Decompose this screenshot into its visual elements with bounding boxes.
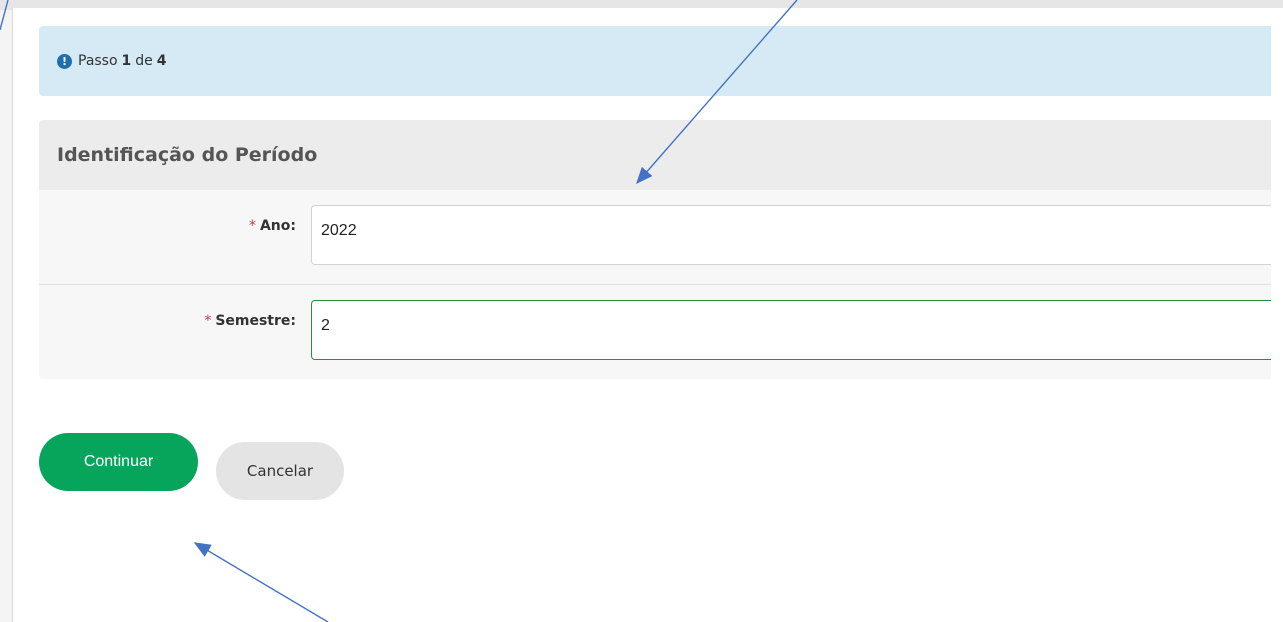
- required-mark: *: [248, 218, 256, 234]
- continue-button[interactable]: Continuar: [39, 433, 198, 491]
- field-row-semestre: * Semestre: 2: [39, 284, 1271, 378]
- ano-input[interactable]: 2022: [311, 205, 1271, 265]
- current-step: 1: [121, 53, 132, 69]
- semestre-input[interactable]: 2: [311, 300, 1271, 360]
- step-prefix: Passo: [78, 53, 118, 69]
- cancel-button[interactable]: Cancelar: [216, 442, 344, 500]
- total-steps: 4: [156, 53, 167, 69]
- field-label-semestre: * Semestre:: [204, 313, 296, 329]
- label-text: Semestre:: [215, 313, 296, 329]
- required-mark: *: [204, 313, 212, 329]
- field-row-ano: * Ano: 2022: [39, 190, 1271, 284]
- info-icon: !: [57, 53, 72, 69]
- label-text: Ano:: [259, 218, 296, 234]
- step-connector: de: [135, 53, 153, 69]
- period-panel: Identificação do Período * Ano: 2022 * Sem…: [39, 120, 1271, 379]
- step-alert: ! Passo 1 de 4: [39, 26, 1271, 96]
- field-label-ano: * Ano:: [249, 218, 296, 234]
- panel-title: Identificação do Período: [39, 120, 1271, 190]
